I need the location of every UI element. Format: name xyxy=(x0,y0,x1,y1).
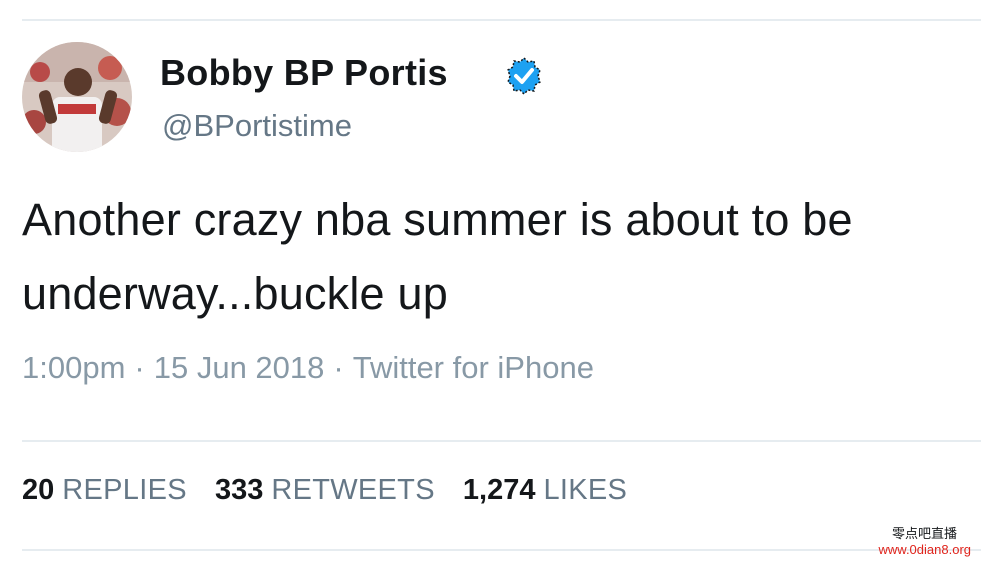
author-name[interactable]: Bobby BP Portis xyxy=(160,52,448,94)
likes-stat[interactable]: 1,274 LIKES xyxy=(463,474,627,507)
retweets-label: RETWEETS xyxy=(271,474,435,506)
top-divider xyxy=(22,19,981,21)
stats-divider xyxy=(22,440,981,442)
avatar[interactable] xyxy=(22,42,132,152)
replies-stat[interactable]: 20 REPLIES xyxy=(22,474,187,507)
retweets-count: 333 xyxy=(214,474,264,506)
likes-count: 1,274 xyxy=(462,474,536,506)
tweet-time[interactable]: 1:00pm xyxy=(22,350,125,385)
likes-label: LIKES xyxy=(543,474,628,506)
author-handle[interactable]: @BPortistime xyxy=(162,108,352,144)
replies-label: REPLIES xyxy=(62,474,187,506)
meta-separator: · xyxy=(333,350,344,385)
retweets-stat[interactable]: 333 RETWEETS xyxy=(215,474,435,507)
replies-count: 20 xyxy=(22,474,55,506)
meta-separator: · xyxy=(134,350,145,385)
tweet-text: Another crazy nba summer is about to be … xyxy=(22,194,853,319)
tweet-date[interactable]: 15 Jun 2018 xyxy=(154,350,325,385)
watermark-chinese: 零点吧直播 xyxy=(891,526,957,541)
tweet-stats: 20 REPLIES 333 RETWEETS 1,274 LIKES xyxy=(22,474,647,507)
watermark: 零点吧直播 www.0dian8.org xyxy=(879,526,972,558)
watermark-url: www.0dian8.org xyxy=(878,542,972,557)
tweet-meta: 1:00pm · 15 Jun 2018 · Twitter for iPhone xyxy=(22,350,594,386)
bottom-divider xyxy=(22,549,981,551)
avatar-photo xyxy=(22,42,132,152)
verified-badge-icon xyxy=(507,56,541,96)
tweet-source[interactable]: Twitter for iPhone xyxy=(353,350,594,385)
